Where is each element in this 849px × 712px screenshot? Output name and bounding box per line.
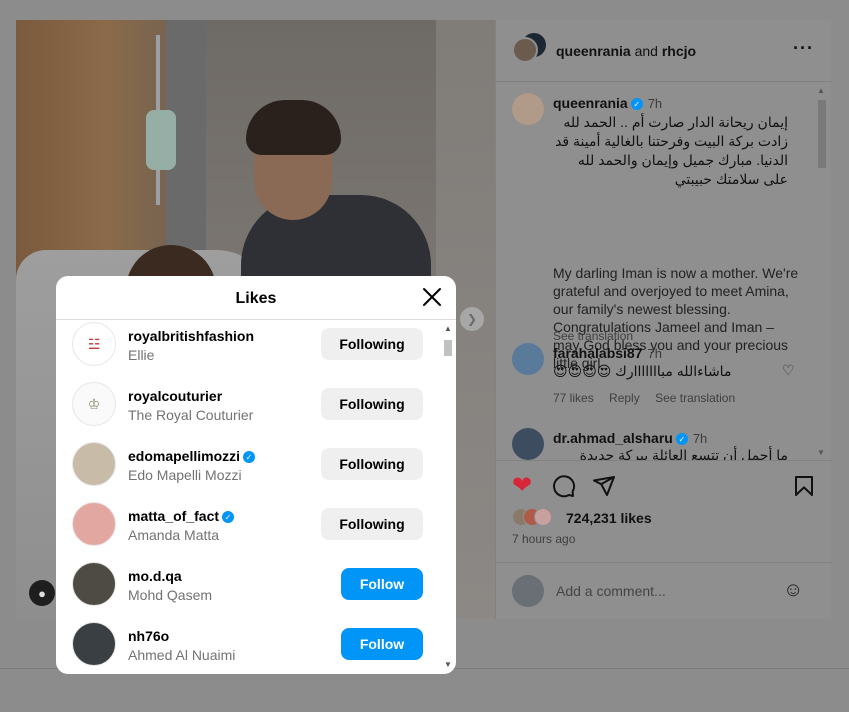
avatar[interactable]: ♔ — [72, 382, 116, 426]
user-full-name: Mohd Qasem — [128, 587, 213, 603]
likers-avatars[interactable] — [512, 508, 552, 528]
following-button[interactable]: Following — [321, 328, 423, 360]
user-full-name: Ellie — [128, 347, 155, 363]
chevron-right-icon[interactable]: ❯ — [460, 307, 484, 331]
avatar[interactable]: ☳ — [72, 322, 116, 366]
post-timestamp[interactable]: 7 hours ago — [512, 532, 575, 546]
avatar[interactable] — [72, 442, 116, 486]
close-icon[interactable] — [421, 286, 443, 308]
avatar[interactable] — [72, 622, 116, 666]
username-link: matta_of_fact ✓ — [128, 508, 235, 524]
comment-username[interactable]: farahalabsi87 — [553, 345, 643, 361]
modal-header: Likes — [56, 276, 456, 320]
list-item[interactable]: ♔ royalcouturier The Royal Couturier Fol… — [56, 382, 440, 442]
user-full-name: Edo Mapelli Mozzi — [128, 467, 242, 483]
likes-scrollbar[interactable]: ▲ ▼ — [440, 320, 456, 674]
post-side-panel: queenrania and rhcjo ··· queenrania ✓ 7h إ… — [495, 20, 832, 619]
comment-input[interactable] — [556, 579, 766, 603]
likes-list: ☳ royalbritishfashion Ellie Following ♔ … — [56, 320, 440, 674]
comment-time: 7h — [692, 431, 708, 446]
emoji-icon[interactable]: ☺ — [783, 579, 803, 602]
add-comment-bar: ☺ — [496, 562, 832, 619]
scroll-up-arrow[interactable]: ▲ — [817, 86, 825, 95]
follow-button[interactable]: Follow — [341, 628, 423, 660]
comment-icon[interactable] — [552, 474, 576, 503]
list-item[interactable]: ☳ royalbritishfashion Ellie Following — [56, 322, 440, 382]
comment-time: 7h — [647, 346, 662, 361]
list-item[interactable]: nh76o Ahmed Al Nuaimi Follow — [56, 622, 440, 674]
scrollbar-thumb[interactable] — [444, 340, 452, 356]
comment-text: 😍😍😍😍 ماشاءالله مبااااااارك — [553, 363, 732, 379]
comment-author: farahalabsi87 7h — [553, 345, 662, 361]
avatar — [512, 575, 544, 607]
scroll-down-arrow[interactable]: ▼ — [817, 448, 825, 457]
avatar[interactable] — [72, 502, 116, 546]
modal-title: Likes — [235, 290, 277, 307]
username-link[interactable]: mo.d.qa — [128, 568, 182, 584]
username-text[interactable]: matta_of_fact — [128, 508, 219, 524]
following-button[interactable]: Following — [321, 448, 423, 480]
username-text[interactable]: edomapellimozzi — [128, 448, 240, 464]
comment-username[interactable]: dr.ahmad_alsharu — [553, 430, 673, 446]
avatar[interactable] — [512, 93, 544, 125]
avatar — [534, 508, 552, 526]
following-button[interactable]: Following — [321, 508, 423, 540]
follow-button[interactable]: Follow — [341, 568, 423, 600]
avatar[interactable] — [512, 37, 538, 63]
avatar[interactable] — [512, 343, 544, 375]
comment-likes[interactable]: 77 likes — [553, 391, 594, 405]
comment-heart-icon[interactable]: ♡ — [782, 362, 795, 379]
photo-iv-bag — [146, 110, 176, 170]
user-full-name: Ahmed Al Nuaimi — [128, 647, 236, 663]
author-link[interactable]: queenrania — [556, 43, 631, 59]
user-icon[interactable]: ● — [29, 580, 55, 606]
scroll-up-arrow[interactable]: ▲ — [444, 324, 452, 333]
caption-time: 7h — [647, 96, 663, 111]
user-full-name: The Royal Couturier — [128, 407, 254, 423]
user-full-name: Amanda Matta — [128, 527, 220, 543]
list-item[interactable]: mo.d.qa Mohd Qasem Follow — [56, 562, 440, 622]
verified-icon: ✓ — [675, 433, 688, 446]
verified-icon: ✓ — [630, 98, 643, 111]
post-authors: queenrania and rhcjo — [556, 43, 696, 59]
reply-link[interactable]: Reply — [609, 391, 640, 405]
username-link: edomapellimozzi ✓ — [128, 448, 256, 464]
verified-icon: ✓ — [243, 451, 256, 464]
caption-text-arabic: إيمان ريحانة الدار صارت أم .. الحمد لله … — [555, 114, 788, 187]
username-link[interactable]: nh76o — [128, 628, 169, 644]
likes-count[interactable]: 724,231 likes — [566, 510, 652, 526]
comment-author: dr.ahmad_alsharu ✓ 7h — [553, 430, 707, 446]
scroll-down-arrow[interactable]: ▼ — [444, 660, 452, 669]
username-link[interactable]: royalbritishfashion — [128, 328, 254, 344]
more-horizontal-icon[interactable]: ··· — [793, 38, 814, 59]
likes-modal: Likes ☳ royalbritishfashion Ellie Follow… — [56, 276, 456, 674]
avatar[interactable] — [512, 428, 544, 460]
comment-text: ما أجمل أن تتسع العائلة ببركة جديدة — [579, 447, 788, 461]
comments-scrollbar[interactable] — [818, 100, 826, 168]
coauthor-link[interactable]: rhcjo — [662, 43, 696, 59]
heart-filled-icon[interactable]: ❤ — [512, 474, 532, 498]
see-translation-link[interactable]: See translation — [655, 391, 735, 405]
avatar[interactable] — [72, 562, 116, 606]
following-button[interactable]: Following — [321, 388, 423, 420]
comments-section: queenrania ✓ 7h إيمان ريحانة الدار صارت أم… — [496, 83, 832, 461]
post-actions: ❤ 724,231 likes 7 hours ago — [496, 462, 832, 572]
verified-icon: ✓ — [222, 511, 235, 524]
photo-man-hair — [246, 100, 341, 155]
comment-meta: 77 likes Reply See translation — [553, 391, 747, 405]
bookmark-icon[interactable] — [792, 474, 816, 503]
list-item[interactable]: matta_of_fact ✓ Amanda Matta Following — [56, 502, 440, 562]
list-item[interactable]: edomapellimozzi ✓ Edo Mapelli Mozzi Follo… — [56, 442, 440, 502]
paper-plane-icon[interactable] — [592, 474, 616, 503]
username-link[interactable]: royalcouturier — [128, 388, 222, 404]
see-translation-link[interactable]: See translation — [553, 329, 633, 343]
author-connector: and — [634, 43, 658, 59]
post-header: queenrania and rhcjo ··· — [496, 20, 832, 82]
caption-username[interactable]: queenrania — [553, 95, 628, 111]
caption-author: queenrania ✓ 7h — [553, 95, 662, 111]
